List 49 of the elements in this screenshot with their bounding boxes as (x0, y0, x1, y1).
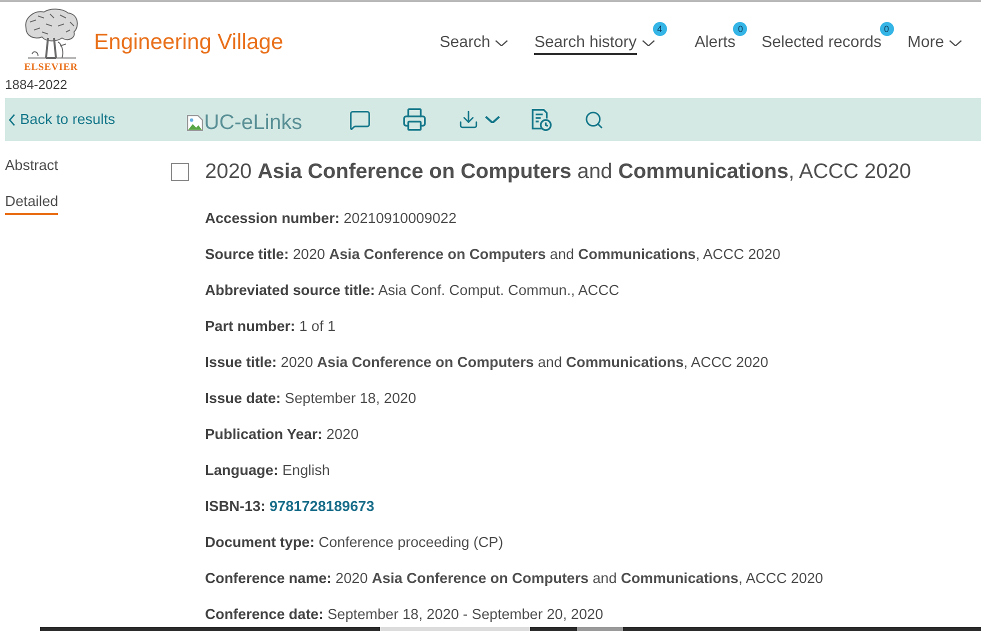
app-title: Engineering Village (94, 28, 284, 56)
field-value: English (282, 463, 330, 479)
years-text: 1884-2022 (5, 77, 68, 92)
nav-link[interactable]: More (908, 29, 962, 57)
field-label: ISBN-13: (205, 499, 266, 515)
nav-link[interactable]: Search history (534, 29, 655, 57)
field-value: Conference proceeding (CP) (318, 535, 504, 551)
logo-wordmark: ELSEVIER (24, 62, 78, 74)
field-value: 2020 Asia Conference on Computers and Communications, ACCC 2020 (292, 247, 780, 263)
download-icon (458, 109, 480, 130)
field-label: Accession number: (205, 211, 340, 227)
field-value: 2020 Asia Conference on Computers and Communications, ACCC 2020 (336, 571, 824, 587)
field-value: 20210910009022 (344, 211, 457, 227)
nav-link[interactable]: Search (440, 29, 508, 57)
field-label: Language: (205, 463, 278, 479)
chevron-down-icon (485, 116, 500, 124)
broken-image-icon (187, 114, 204, 130)
field-label: Conference name: (205, 571, 332, 587)
field-label: Issue title: (205, 355, 277, 371)
document-clock-icon (531, 108, 554, 130)
field-label: Publication Year: (205, 427, 322, 443)
field-label: Abbreviated source title: (205, 283, 376, 299)
nav-link[interactable]: Alerts (694, 29, 736, 57)
sidebar-tab[interactable]: Abstract (5, 156, 58, 179)
count-badge: 0 (733, 22, 748, 36)
tree-logo-icon (22, 8, 80, 62)
count-badge: 4 (652, 22, 667, 36)
field-value: 2020 Asia Conference on Computers and Communications, ACCC 2020 (280, 355, 768, 371)
sidebar-tab[interactable]: Detailed (5, 192, 58, 215)
field-link[interactable]: 9781728189673 (269, 499, 374, 515)
field-label: Document type: (205, 535, 315, 551)
field-label: Conference date: (205, 607, 324, 623)
printer-icon (402, 107, 428, 132)
field-label: Source title: (205, 247, 289, 263)
count-badge: 0 (880, 22, 894, 36)
chevron-left-icon (9, 114, 15, 126)
back-link[interactable]: Back to results (5, 112, 116, 128)
field-value: 1 of 1 (299, 319, 336, 335)
field-value: September 18, 2020 (284, 391, 416, 407)
field-value: Asia Conf. Comput. Commun., ACCC (378, 283, 620, 299)
field-label: Part number: (205, 319, 296, 335)
field-label: Issue date: (205, 391, 281, 407)
field-value: 2020 (326, 427, 359, 443)
nav-link[interactable]: Selected records (761, 29, 882, 57)
record-checkbox[interactable] (171, 163, 189, 181)
record-title: 2020 Asia Conference on Computers and Communications, ACCC 2020 (205, 159, 912, 185)
speech-bubble-icon (349, 108, 372, 130)
field-value: September 18, 2020 - September 20, 2020 (327, 607, 604, 623)
search-icon (584, 110, 604, 130)
